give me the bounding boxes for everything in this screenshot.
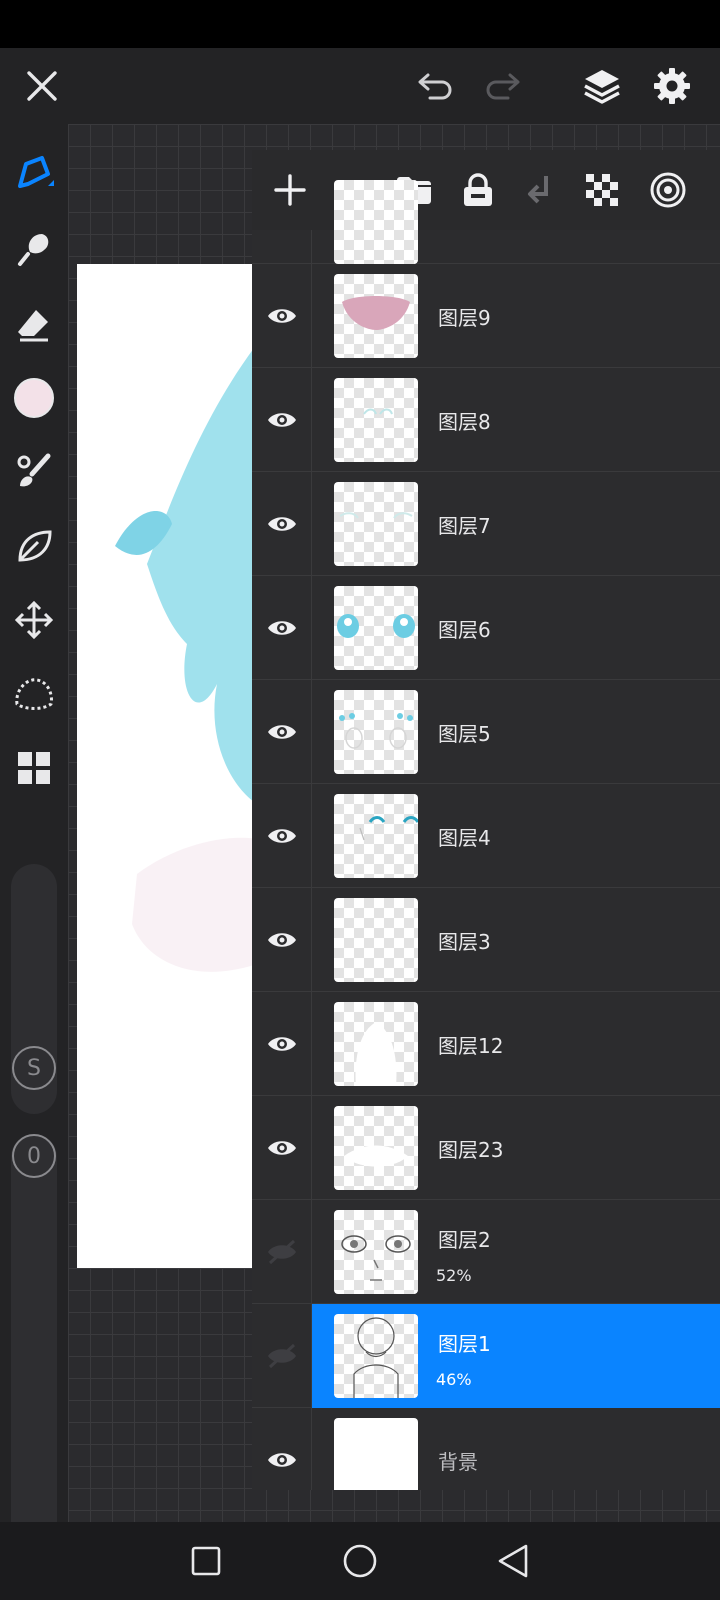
layer-row[interactable]: 图层3 [252,888,720,992]
eye-off-icon[interactable] [252,1304,312,1408]
layer-name: 图层9 [438,306,491,330]
layer-thumbnail [334,482,418,566]
add-layer-icon[interactable] [266,166,314,214]
eye-icon[interactable] [252,680,312,784]
eye-icon[interactable] [252,888,312,992]
move-icon[interactable] [10,596,58,644]
brush-palette-icon[interactable] [10,448,58,496]
eye-icon[interactable] [252,784,312,888]
top-toolbar [0,48,720,124]
lock-icon[interactable] [454,166,502,214]
layer-name: 图层8 [438,410,491,434]
layer-name: 图层4 [438,826,491,850]
layer-thumbnail [334,274,418,358]
layer-name: 背景 [438,1450,478,1474]
layer-name: 图层5 [438,722,491,746]
layer-row[interactable]: 图层4 [252,784,720,888]
blend-mode-icon[interactable] [644,166,692,214]
layer-row[interactable]: 图层9 [252,264,720,368]
eye-icon[interactable] [252,992,312,1096]
layers-icon[interactable] [578,62,626,110]
layers-panel: 图层9 图层8 图层7 图层6 图层5 图层4 图层3 图层12 图层23 图层… [252,150,720,1490]
checkerboard-icon[interactable] [578,166,626,214]
recent-apps-icon[interactable] [181,1536,231,1586]
layer-row[interactable]: 图层12 [252,992,720,1096]
system-nav-bar [0,1522,720,1600]
layer-row[interactable]: 图层5 [252,680,720,784]
layer-opacity: 52% [436,1266,472,1285]
back-icon[interactable] [488,1536,538,1586]
layer-row[interactable] [252,180,720,264]
layer-row[interactable]: 图层6 [252,576,720,680]
brush-opacity-slider[interactable]: 0 [11,1134,57,1554]
brush-opacity-knob[interactable]: 0 [12,1134,56,1178]
layer-thumbnail [334,378,418,462]
gear-icon[interactable] [648,62,696,110]
eye-off-icon[interactable] [252,1200,312,1304]
layer-thumbnail [334,1314,418,1398]
eraser-tool-icon[interactable] [10,300,58,348]
layer-name: 图层7 [438,514,491,538]
layer-row-selected[interactable]: 图层1 46% [252,1304,720,1408]
lasso-selection-icon[interactable] [10,670,58,718]
layer-thumbnail [334,586,418,670]
color-swatch[interactable] [10,374,58,422]
leaf-shape-icon[interactable] [10,522,58,570]
layer-name: 图层23 [438,1138,504,1162]
layer-row[interactable]: 图层8 [252,368,720,472]
layer-row[interactable]: 图层2 52% [252,1200,720,1304]
eye-icon[interactable] [252,1096,312,1200]
layer-thumbnail [334,1210,418,1294]
layer-thumbnail [334,794,418,878]
merge-down-icon[interactable] [516,166,564,214]
eye-icon[interactable] [252,368,312,472]
visibility-column [252,230,312,264]
layer-thumbnail [334,690,418,774]
eye-icon[interactable] [252,1408,312,1490]
smudge-tool-icon[interactable] [10,224,58,272]
eye-icon[interactable] [252,576,312,680]
layer-thumbnail [334,180,418,264]
layer-name: 图层6 [438,618,491,642]
layer-thumbnail [334,898,418,982]
layer-list: 图层9 图层8 图层7 图层6 图层5 图层4 图层3 图层12 图层23 图层… [252,180,720,1490]
drawing-canvas[interactable] [77,264,257,1268]
layers-panel-toolbar [252,150,720,230]
brush-size-slider[interactable]: S [11,864,57,1114]
layer-thumbnail [334,1418,418,1490]
home-icon[interactable] [335,1536,385,1586]
eye-icon[interactable] [252,472,312,576]
pen-tool-icon[interactable] [10,148,58,196]
gallery-grid-icon[interactable] [10,744,58,792]
layer-thumbnail [334,1106,418,1190]
layer-thumbnail [334,1002,418,1086]
layer-name: 图层2 [438,1228,491,1252]
eye-icon[interactable] [252,264,312,368]
redo-icon[interactable] [478,62,526,110]
layer-name: 图层12 [438,1034,504,1058]
layer-opacity: 46% [436,1370,472,1389]
layer-name: 图层3 [438,930,491,954]
layer-row[interactable]: 图层7 [252,472,720,576]
brush-size-knob[interactable]: S [12,1046,56,1090]
layer-row[interactable]: 背景 [252,1408,720,1490]
undo-icon[interactable] [412,62,460,110]
layer-row[interactable]: 图层23 [252,1096,720,1200]
close-icon[interactable] [18,62,66,110]
tool-sidebar: S 0 [0,124,68,1554]
status-bar [0,0,720,48]
layer-name: 图层1 [438,1332,491,1356]
